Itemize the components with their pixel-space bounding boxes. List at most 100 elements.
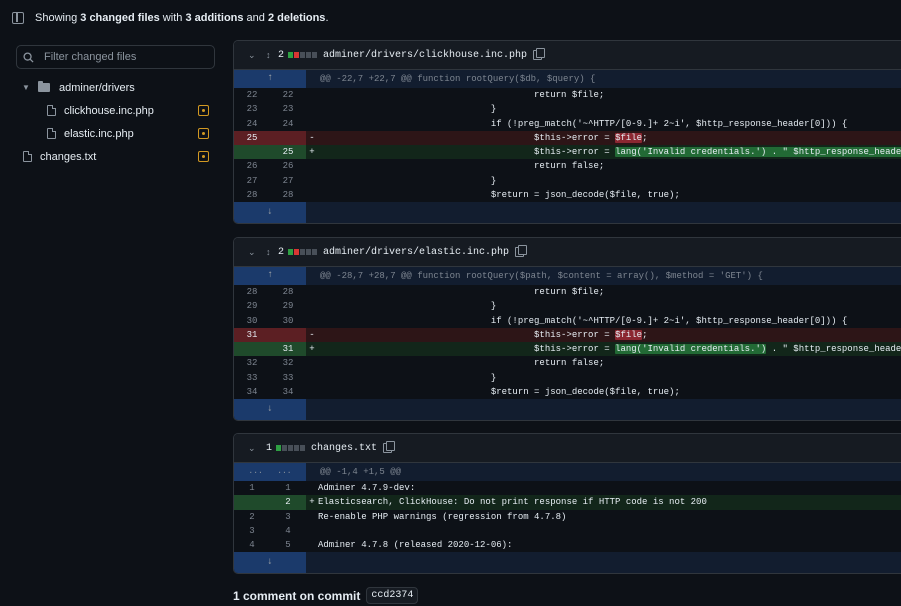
expand-row: ⭣ — [234, 552, 901, 574]
new-line-number[interactable]: 2 — [270, 495, 306, 510]
old-line-number[interactable] — [234, 495, 270, 510]
copy-icon[interactable] — [383, 441, 396, 453]
code-text: - $this->error = $file; — [306, 131, 901, 145]
filter-files-input[interactable] — [44, 51, 204, 63]
tree-file-changes[interactable]: changes.txt — [16, 145, 215, 168]
old-line-number[interactable]: 31 — [234, 327, 270, 343]
code-content: } — [318, 175, 497, 186]
new-line-number[interactable]: 1 — [270, 481, 306, 495]
code-content: $this->error = — [318, 132, 616, 143]
expand-up-icon[interactable]: ⭡ — [234, 267, 306, 285]
folder-icon — [38, 81, 50, 92]
new-line-number[interactable]: 25 — [270, 145, 306, 160]
diff-line-deleted: 31 - $this->error = $file; — [234, 327, 901, 343]
changed-token: $file — [615, 329, 643, 340]
tree-file-elastic[interactable]: elastic.inc.php — [16, 122, 215, 145]
diff-body: 28 28 return $file; 29 29 } 30 30 if (!preg_m… — [234, 285, 901, 399]
code-content: if (!preg_match('~^HTTP/[0-9.]+ 2~i', $h… — [318, 118, 848, 129]
old-line-number[interactable]: 1 — [234, 481, 270, 495]
new-line-number[interactable]: 33 — [270, 371, 306, 385]
old-line-number[interactable]: 22 — [234, 88, 270, 102]
commit-sha[interactable]: ccd2374 — [366, 587, 419, 604]
chevron-down-icon[interactable]: ⌄ — [248, 50, 258, 61]
old-line-number[interactable] — [234, 342, 270, 357]
chevron-down-icon[interactable]: ⌄ — [248, 443, 258, 454]
old-line-number[interactable]: 32 — [234, 356, 270, 370]
file-path[interactable]: adminer/drivers/clickhouse.inc.php — [323, 50, 527, 61]
code-content: ; — [642, 132, 648, 143]
diff-line-added: 31 + $this->error = lang('Invalid credent… — [234, 342, 901, 357]
new-line-number[interactable]: 34 — [270, 385, 306, 399]
code-text: return $file; — [306, 285, 901, 299]
new-line-number[interactable]: 22 — [270, 88, 306, 102]
file-modified-icon — [198, 105, 209, 116]
chevron-down-icon[interactable]: ⌄ — [248, 247, 258, 258]
file-path[interactable]: adminer/drivers/elastic.inc.php — [323, 247, 509, 258]
new-line-number[interactable]: 28 — [270, 188, 306, 202]
new-line-number[interactable]: 24 — [270, 117, 306, 131]
expand-all-icon[interactable]: ↕ — [266, 247, 274, 257]
old-line-number[interactable]: 34 — [234, 385, 270, 399]
expand-all-icon[interactable]: ↕ — [266, 50, 274, 60]
code-content: } — [318, 372, 497, 383]
old-line-number[interactable]: 27 — [234, 174, 270, 188]
old-line-number[interactable] — [234, 145, 270, 160]
old-line-number[interactable]: 29 — [234, 299, 270, 313]
new-line-number[interactable]: 23 — [270, 102, 306, 116]
toggle-sidebar-icon[interactable] — [12, 12, 24, 24]
diff-summary: Showing 3 changed files with 3 additions… — [35, 12, 329, 24]
filter-files-box[interactable] — [16, 45, 215, 69]
diff-card-header: ⌄ ↕ 2 adminer/drivers/clickhouse.inc.php — [234, 41, 901, 70]
code-content: ; — [642, 329, 648, 340]
code-text: $return = json_decode($file, true); — [306, 188, 901, 202]
new-line-number[interactable] — [270, 327, 306, 343]
expand-context-button[interactable]: ... ... — [234, 463, 306, 481]
new-line-number[interactable] — [270, 130, 306, 146]
diff-line: 28 28 $return = json_decode($file, true); — [234, 188, 901, 202]
diff-sign — [306, 524, 318, 538]
new-line-number[interactable]: 30 — [270, 314, 306, 328]
old-line-number[interactable]: 24 — [234, 117, 270, 131]
copy-icon[interactable] — [515, 245, 528, 257]
new-line-number[interactable]: 3 — [270, 510, 306, 524]
diffstat-blocks — [276, 445, 306, 451]
file-icon — [23, 151, 32, 162]
new-line-number[interactable]: 27 — [270, 174, 306, 188]
chevron-down-icon[interactable]: ▼ — [22, 83, 32, 92]
diff-sign — [306, 102, 318, 116]
new-line-number[interactable]: 31 — [270, 342, 306, 357]
old-line-number[interactable]: 3 — [234, 524, 270, 538]
new-line-number[interactable]: 4 — [270, 524, 306, 538]
new-line-number[interactable]: 26 — [270, 159, 306, 173]
old-line-number[interactable]: 28 — [234, 285, 270, 299]
new-line-number[interactable]: 28 — [270, 285, 306, 299]
file-modified-icon — [198, 151, 209, 162]
new-line-number[interactable]: 32 — [270, 356, 306, 370]
old-line-number[interactable]: 25 — [234, 130, 270, 146]
code-content: return false; — [318, 161, 605, 172]
old-line-number[interactable]: 23 — [234, 102, 270, 116]
diff-line: 26 26 return false; — [234, 159, 901, 173]
expand-up-icon[interactable]: ⭡ — [234, 70, 306, 88]
copy-icon[interactable] — [533, 48, 546, 60]
old-line-number[interactable]: 33 — [234, 371, 270, 385]
old-line-number[interactable]: 2 — [234, 510, 270, 524]
tree-file-clickhouse[interactable]: clickhouse.inc.php — [16, 99, 215, 122]
expand-down-icon[interactable]: ⭣ — [234, 399, 306, 421]
old-line-number[interactable]: 4 — [234, 538, 270, 552]
old-line-number[interactable]: 26 — [234, 159, 270, 173]
new-line-number[interactable]: 5 — [270, 538, 306, 552]
changed-token: lang('Invalid credentials.') . " $http_r… — [615, 147, 901, 158]
diff-line: 23 Re-enable PHP warnings (regression fr… — [234, 510, 901, 524]
diff-sign — [306, 538, 318, 552]
code-content: Adminer 4.7.9-dev: — [318, 483, 416, 493]
new-line-number[interactable]: 29 — [270, 299, 306, 313]
expand-down-icon[interactable]: ⭣ — [234, 202, 306, 224]
old-line-number[interactable]: 30 — [234, 314, 270, 328]
old-line-number[interactable]: 28 — [234, 188, 270, 202]
file-path[interactable]: changes.txt — [311, 443, 377, 454]
file-icon — [47, 128, 56, 139]
changed-token: $file — [615, 132, 643, 143]
tree-folder-drivers[interactable]: ▼ adminer/drivers — [16, 76, 215, 99]
expand-down-icon[interactable]: ⭣ — [234, 552, 306, 574]
